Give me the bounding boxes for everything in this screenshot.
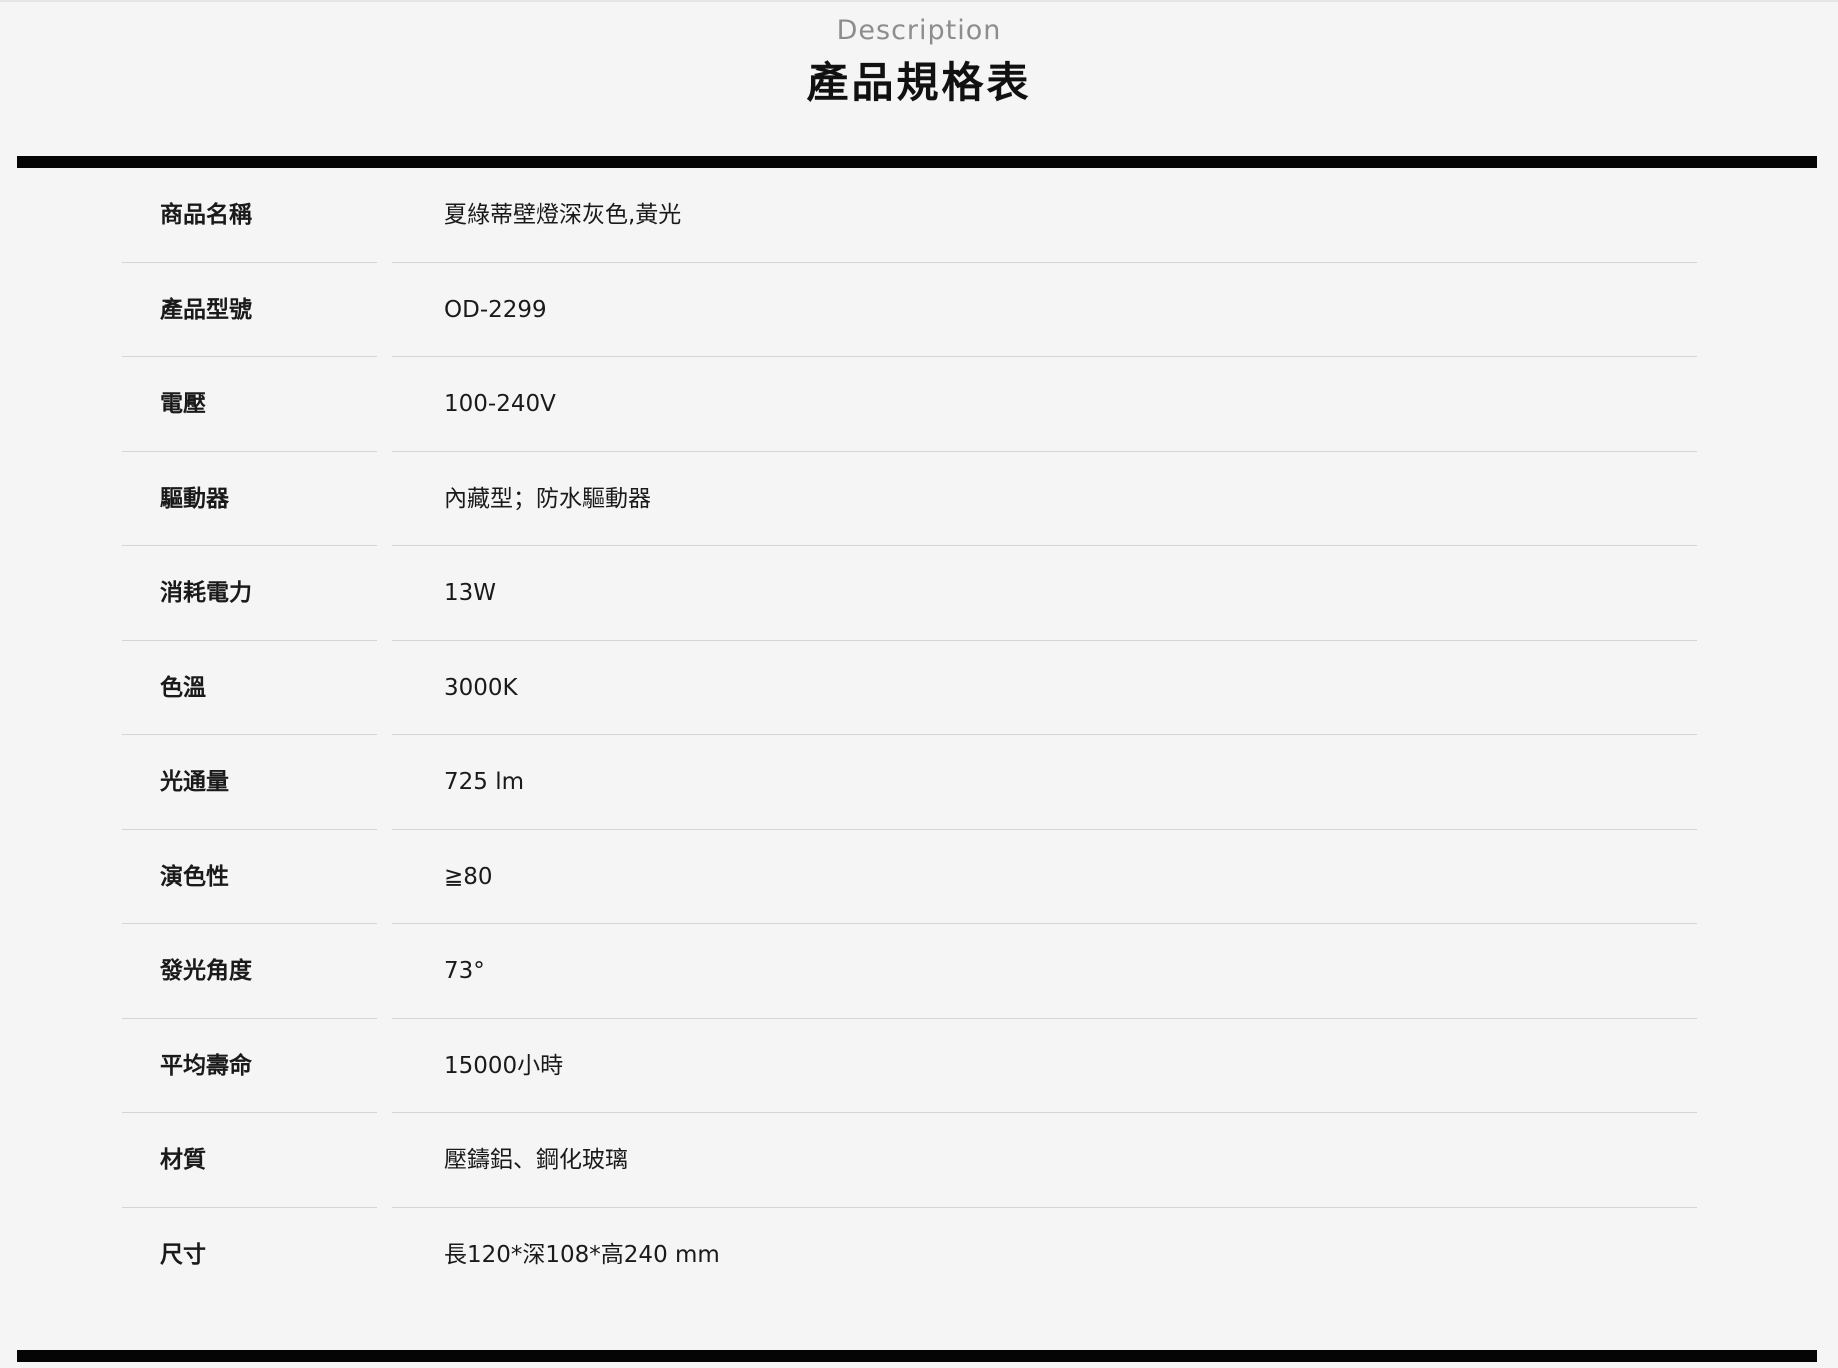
spec-value: ≧80 — [444, 863, 493, 890]
spec-label: 發光角度 — [160, 958, 252, 984]
spec-label: 平均壽命 — [160, 1052, 252, 1079]
spec-row-voltage: 電壓 100-240V — [0, 357, 1838, 452]
spec-label: 尺寸 — [160, 1241, 206, 1268]
spec-row-beam-angle: 發光角度 73° — [0, 924, 1838, 1019]
spec-label: 材質 — [160, 1147, 206, 1173]
spec-row-material: 材質 壓鑄鋁、鋼化玻璃 — [0, 1113, 1838, 1208]
spec-row-color-temp: 色溫 3000K — [0, 641, 1838, 735]
spec-value: 壓鑄鋁、鋼化玻璃 — [444, 1147, 628, 1173]
spec-label: 電壓 — [160, 391, 206, 417]
spec-value: 15000小時 — [444, 1052, 564, 1079]
spec-row-lifespan: 平均壽命 15000小時 — [0, 1019, 1838, 1113]
spec-value: 3000K — [444, 674, 518, 701]
spec-label: 光通量 — [160, 769, 229, 795]
spec-row-cri: 演色性 ≧80 — [0, 830, 1838, 924]
spec-row-luminous-flux: 光通量 725 lm — [0, 735, 1838, 830]
spec-value: 夏綠蒂壁燈深灰色,黃光 — [444, 202, 682, 228]
spec-value: 100-240V — [444, 391, 556, 417]
spec-label: 色溫 — [160, 674, 206, 701]
spec-value: 725 lm — [444, 769, 525, 795]
spec-value: 內藏型；防水驅動器 — [444, 485, 651, 512]
spec-row-driver: 驅動器 內藏型；防水驅動器 — [0, 452, 1838, 546]
spec-label: 消耗電力 — [160, 580, 252, 606]
section-subtitle: Description — [836, 15, 1002, 46]
spec-label: 商品名稱 — [160, 202, 252, 228]
spec-row-product-name: 商品名稱 夏綠蒂壁燈深灰色,黃光 — [0, 168, 1838, 263]
bottom-divider — [17, 1350, 1817, 1362]
spec-row-model: 產品型號 OD-2299 — [0, 263, 1838, 357]
spec-label: 演色性 — [160, 863, 229, 890]
spec-row-dimensions: 尺寸 長120*深108*高240 mm — [0, 1208, 1838, 1303]
top-divider — [17, 156, 1817, 168]
top-border — [0, 0, 1838, 2]
spec-label: 驅動器 — [160, 485, 229, 512]
spec-table: 商品名稱 夏綠蒂壁燈深灰色,黃光 產品型號 OD-2299 電壓 100-240… — [0, 168, 1838, 1302]
spec-value: 73° — [444, 958, 485, 984]
spec-label: 產品型號 — [160, 296, 252, 323]
spec-value: 13W — [444, 580, 497, 606]
page-title: 產品規格表 — [806, 58, 1032, 107]
spec-value: 長120*深108*高240 mm — [444, 1241, 720, 1268]
spec-value: OD-2299 — [444, 296, 547, 323]
spec-row-power: 消耗電力 13W — [0, 546, 1838, 641]
